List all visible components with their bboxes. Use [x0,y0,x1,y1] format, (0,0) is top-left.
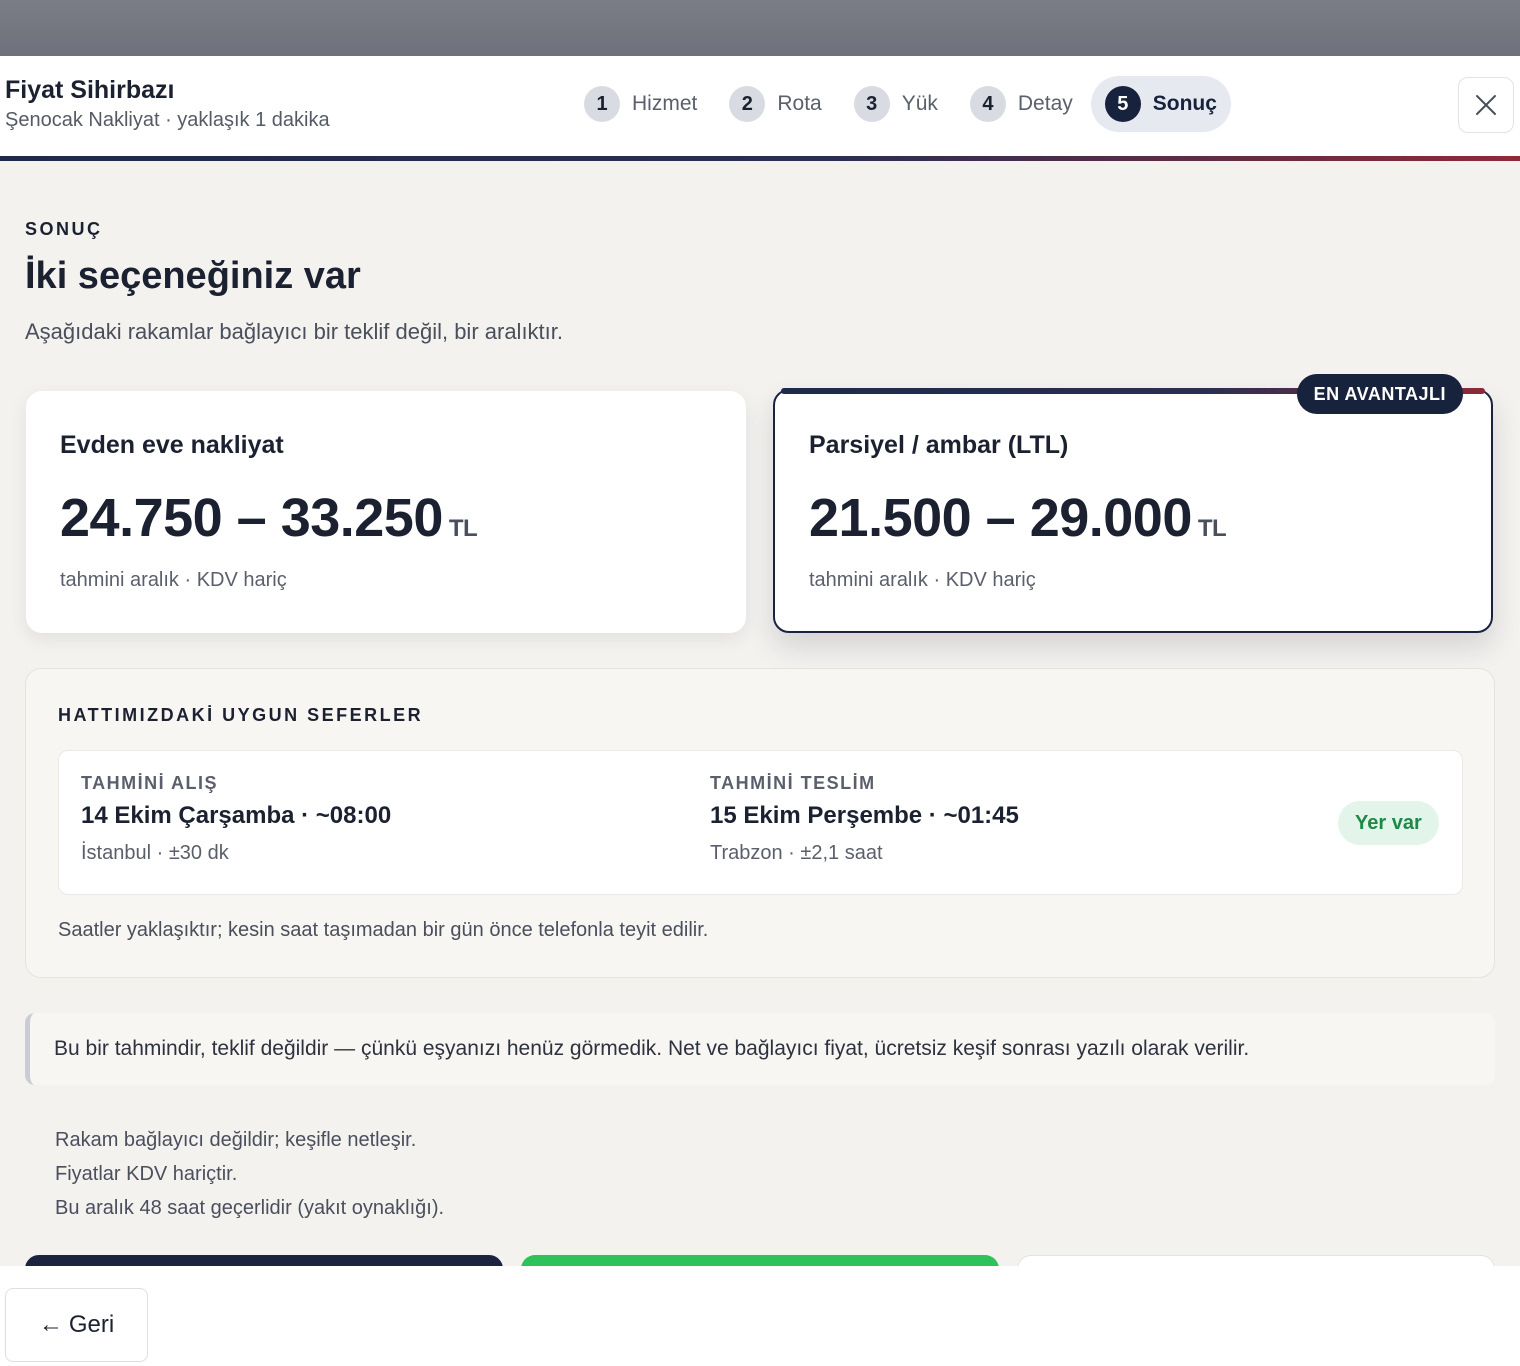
pickup-info: TAHMİNİ ALIŞ 14 Ekim Çarşamba · ~08:00 İ… [81,773,391,865]
step-number: 4 [969,86,1006,122]
result-panel: SONUÇ İki seçeneğiniz var Aşağıdaki raka… [0,161,1520,1266]
option-card-parsiyel[interactable]: EN AVANTAJLI Parsiyel / ambar (LTL) 21.5… [773,374,1493,633]
delivery-label: TAHMİNİ TESLİM [710,773,876,793]
option-price: 21.500 – 29.000 TL [809,487,1227,549]
page-title: İki seçeneğiniz var [25,255,361,297]
option-card-evden-eve[interactable]: Evden eve nakliyat 24.750 – 33.250 TL tah… [26,391,746,633]
step-sonuc[interactable]: 5 Sonuç [1090,76,1231,132]
best-value-badge: EN AVANTAJLI [1296,374,1463,414]
price-range: 24.750 – 33.250 [60,488,443,548]
step-rota[interactable]: 2 Rota [715,76,835,132]
estimate-callout: Bu bir tahmindir, teklif değildir — çünk… [25,1013,1495,1085]
page-lead: Aşağıdaki rakamlar bağlayıcı bir teklif … [25,319,564,344]
pickup-value: 14 Ekim Çarşamba · ~08:00 [81,802,392,829]
available-trips-section: HATTIMIZDAKİ UYGUN SEFERLER TAHMİNİ ALIŞ… [25,668,1495,978]
wizard-header: Fiyat Sihirbazı Şenocak Nakliyat · yakla… [0,56,1520,160]
back-button[interactable]: ← Geri [5,1288,148,1362]
step-label: Sonuç [1152,92,1217,115]
close-button[interactable] [1458,77,1514,133]
step-label: Yük [901,92,938,115]
step-label: Hizmet [632,92,698,115]
whatsapp-action-button[interactable] [521,1255,999,1266]
wizard-title: Fiyat Sihirbazı [5,76,175,104]
delivery-value: 15 Ekim Perşembe · ~01:45 [710,802,1019,829]
modal-backdrop [0,0,1520,56]
step-label: Detay [1017,92,1073,115]
price-range: 21.500 – 29.000 [809,488,1192,548]
price-currency: TL [1197,515,1227,542]
step-number: 2 [729,86,766,122]
disclaimer-item: Fiyatlar KDV hariçtir. [55,1163,238,1185]
step-hizmet[interactable]: 1 Hizmet [570,76,711,132]
back-label: Geri [68,1311,115,1338]
step-detay[interactable]: 4 Detay [956,76,1087,132]
pickup-sub: İstanbul · ±30 dk [81,842,229,864]
section-eyebrow: SONUÇ [25,219,103,239]
option-name: Parsiyel / ambar (LTL) [809,431,1069,459]
delivery-info: TAHMİNİ TESLİM 15 Ekim Perşembe · ~01:45… [710,773,1019,865]
option-price: 24.750 – 33.250 TL [60,487,478,549]
arrow-left-icon: ← [38,1311,63,1338]
availability-badge: Yer var [1338,801,1439,845]
delivery-sub: Trabzon · ±2,1 saat [710,842,883,864]
wizard-footer: ← Geri [0,1266,1520,1366]
disclaimer-item: Bu aralık 48 saat geçerlidir (yakıt oyna… [55,1197,445,1219]
close-icon [1476,95,1496,115]
step-label: Rota [777,92,822,115]
option-name: Evden eve nakliyat [60,431,284,459]
disclaimer-item: Rakam bağlayıcı değildir; keşifle netleş… [55,1129,417,1151]
stepper: 1 Hizmet 2 Rota 3 Yük 4 Detay 5 Sonuç [570,76,1235,132]
option-note: tahmini aralık · KDV hariç [809,569,1036,591]
trip-row[interactable]: TAHMİNİ ALIŞ 14 Ekim Çarşamba · ~08:00 İ… [58,750,1463,895]
pickup-label: TAHMİNİ ALIŞ [81,773,218,793]
trips-footnote: Saatler yaklaşıktır; kesin saat taşımada… [58,919,709,941]
step-yuk[interactable]: 3 Yük [840,76,952,132]
primary-action-button[interactable] [25,1255,503,1266]
price-currency: TL [448,515,478,542]
option-note: tahmini aralık · KDV hariç [60,569,287,591]
disclaimer-list: Rakam bağlayıcı değildir; keşifle netleş… [55,1123,444,1225]
trips-title: HATTIMIZDAKİ UYGUN SEFERLER [58,705,424,725]
step-number: 5 [1104,86,1141,122]
step-number: 3 [853,86,890,122]
secondary-action-button[interactable] [1017,1255,1495,1266]
wizard-subtitle: Şenocak Nakliyat · yaklaşık 1 dakika [5,109,330,131]
step-number: 1 [584,86,620,122]
